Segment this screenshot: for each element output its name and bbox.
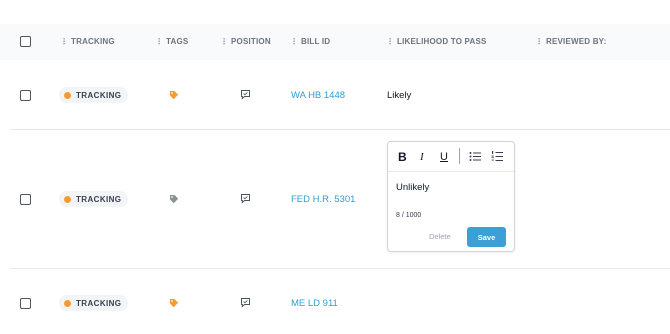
column-header-position[interactable]: ⋮ POSITION [220, 37, 271, 46]
drag-handle-icon[interactable]: ⋮ [535, 37, 543, 46]
tracking-badge-label: TRACKING [76, 194, 122, 204]
status-dot-icon [64, 299, 71, 307]
comment-icon[interactable] [240, 193, 251, 204]
column-header-label: TAGS [166, 37, 189, 46]
drag-handle-icon[interactable]: ⋮ [220, 37, 228, 46]
row-checkbox[interactable] [20, 90, 31, 101]
editor-text-input[interactable]: Unlikely [396, 182, 429, 193]
row-checkbox[interactable] [20, 298, 31, 309]
toolbar-divider [459, 148, 460, 164]
table-header: ⋮ TRACKING ⋮ TAGS ⋮ POSITION ⋮ BILL ID ⋮ LIKE… [0, 24, 670, 60]
likelihood-editor-popover: B I U Unlikely 8 / 1000 Delete Save [387, 141, 515, 252]
row-divider [10, 129, 670, 130]
tag-icon[interactable] [169, 194, 179, 204]
drag-handle-icon[interactable]: ⋮ [155, 37, 163, 46]
column-header-label: LIKELIHOOD TO PASS [397, 37, 487, 46]
tracking-badge[interactable]: TRACKING [59, 295, 129, 311]
column-header-bill-id[interactable]: ⋮ BILL ID [290, 37, 330, 46]
bill-id-link[interactable]: ME LD 911 [291, 298, 338, 309]
status-dot-icon [64, 195, 71, 203]
comment-icon[interactable] [240, 89, 251, 100]
status-dot-icon [64, 91, 71, 99]
row-divider [10, 268, 670, 269]
bold-button[interactable]: B [398, 151, 407, 163]
column-header-label: BILL ID [301, 37, 331, 46]
drag-handle-icon[interactable]: ⋮ [386, 37, 394, 46]
tracking-badge[interactable]: TRACKING [59, 191, 129, 207]
column-header-tags[interactable]: ⋮ TAGS [155, 37, 188, 46]
tracking-badge-label: TRACKING [76, 90, 122, 100]
column-header-label: POSITION [231, 37, 271, 46]
column-header-label: TRACKING [71, 37, 115, 46]
bill-id-link[interactable]: WA HB 1448 [291, 90, 345, 101]
column-header-label: REVIEWED BY: [546, 37, 607, 46]
column-header-reviewed-by[interactable]: ⋮ REVIEWED BY: [535, 37, 606, 46]
column-header-likelihood[interactable]: ⋮ LIKELIHOOD TO PASS [386, 37, 487, 46]
delete-button[interactable]: Delete [429, 232, 451, 241]
comment-icon[interactable] [240, 297, 251, 308]
drag-handle-icon[interactable]: ⋮ [60, 37, 68, 46]
tag-icon[interactable] [169, 90, 179, 100]
tracking-badge-label: TRACKING [76, 298, 122, 308]
tracking-badge[interactable]: TRACKING [59, 87, 129, 103]
character-counter: 8 / 1000 [396, 212, 422, 219]
italic-button[interactable]: I [420, 151, 424, 163]
bullet-list-icon[interactable] [469, 151, 481, 162]
save-button[interactable]: Save [467, 227, 506, 247]
drag-handle-icon[interactable]: ⋮ [290, 37, 298, 46]
select-all-checkbox[interactable] [20, 36, 31, 47]
row-checkbox[interactable] [20, 194, 31, 205]
rich-text-toolbar: B I U [388, 142, 514, 172]
column-header-tracking[interactable]: ⋮ TRACKING [60, 37, 115, 46]
bill-id-link[interactable]: FED H.R. 5301 [291, 194, 355, 205]
underline-button[interactable]: U [440, 151, 448, 163]
tag-icon[interactable] [169, 298, 179, 308]
likelihood-value[interactable]: Likely [387, 90, 411, 101]
numbered-list-icon[interactable] [491, 150, 503, 162]
